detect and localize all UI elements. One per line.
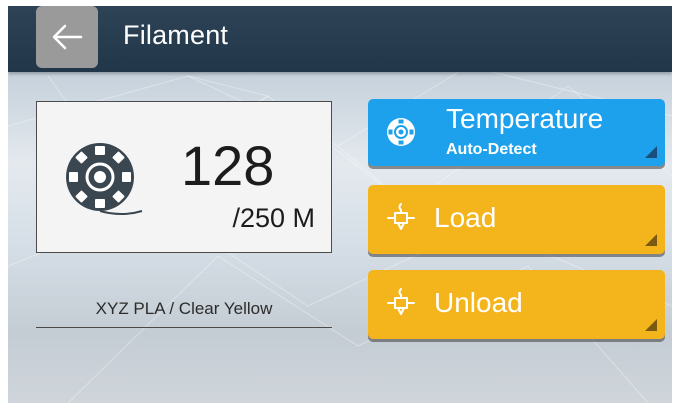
header-bar: Filament [8,6,672,72]
nozzle-icon [387,203,415,230]
corner-indicator [645,146,657,158]
back-button[interactable] [36,6,98,68]
load-label: Load [434,202,497,233]
load-button[interactable]: Load [368,185,665,254]
temperature-button[interactable]: Temperature Auto-Detect [368,99,665,166]
unload-button[interactable]: Unload [368,270,665,339]
filament-spool-icon [66,143,143,215]
filament-screen: Filament 128 /250 M XYZ PLA / Clear Yell… [8,6,672,403]
remaining-length: 128 [181,134,275,197]
unload-label: Unload [434,287,523,318]
material-underline [36,327,332,328]
filament-spool-icon [387,118,415,146]
nozzle-icon [387,288,415,315]
temperature-label: Temperature [446,103,604,134]
filament-info-card: 128 /250 M [36,101,332,253]
material-name: XYZ PLA / Clear Yellow [95,299,273,318]
corner-indicator [645,319,657,331]
arrow-left-icon [52,24,83,50]
page-title: Filament [123,20,229,50]
total-length: /250 M [232,203,315,233]
temperature-mode: Auto-Detect [446,141,537,158]
corner-indicator [645,234,657,246]
